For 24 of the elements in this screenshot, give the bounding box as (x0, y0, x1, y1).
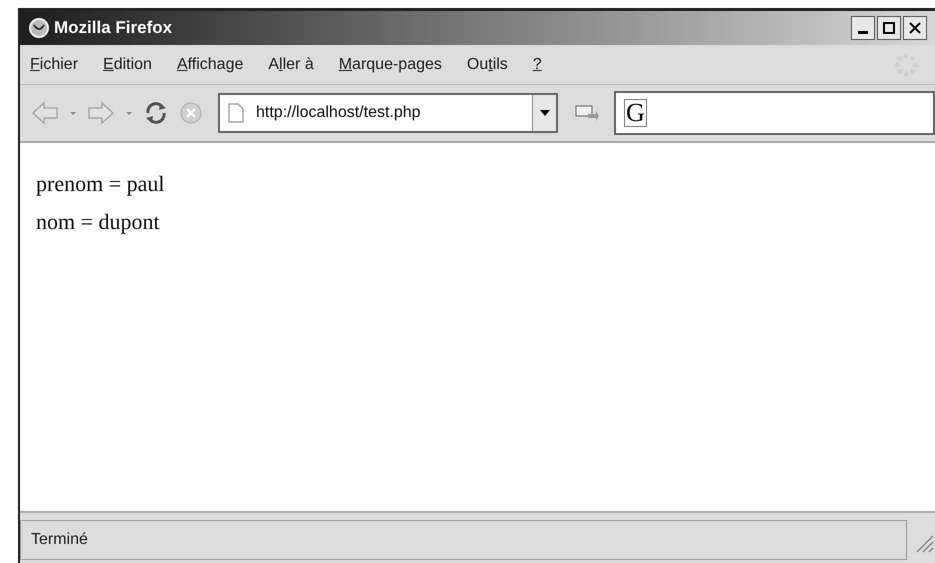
dropdown-button[interactable] (532, 95, 556, 131)
close-icon (908, 21, 922, 35)
menu-item[interactable]: Marque-pages (338, 52, 442, 76)
window-title: Mozilla Firefox (54, 17, 172, 40)
menu-item[interactable]: Fichier (30, 52, 78, 76)
menu-item[interactable]: Aller à (268, 52, 314, 76)
menu-item[interactable]: Outils (466, 52, 508, 76)
menu-item[interactable]: Edition (103, 52, 152, 76)
maximize-button[interactable] (877, 16, 901, 40)
caret-icon (540, 109, 550, 117)
page-text: nom = dupont (36, 208, 161, 236)
menu-item[interactable]: Affichage (176, 52, 244, 76)
search-field[interactable]: G (614, 91, 935, 135)
search-engine-letter[interactable]: G (624, 99, 647, 127)
status-bar: Terminé (20, 520, 907, 560)
maximize-icon (882, 21, 896, 35)
minimize-icon (858, 31, 868, 34)
page-icon (228, 103, 244, 123)
minimize-button[interactable] (851, 16, 875, 40)
menu-item[interactable]: ? (532, 52, 542, 76)
page-text: prenom = paul (36, 170, 166, 198)
app-icon (28, 17, 50, 39)
address-field[interactable]: http://localhost/test.php (218, 93, 558, 133)
close-button[interactable] (903, 16, 927, 40)
